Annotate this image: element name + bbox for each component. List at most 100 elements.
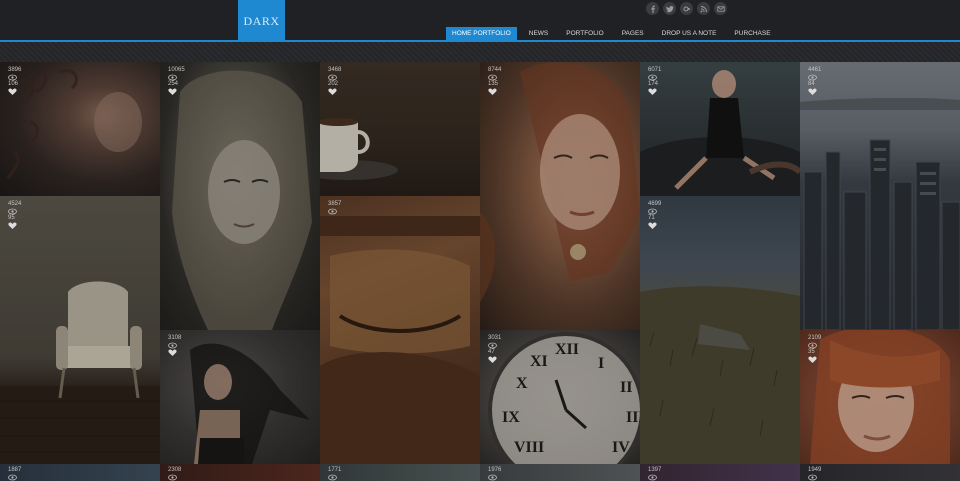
view-count: 1976 [488,467,502,473]
tile-stats: 2308 [168,467,181,481]
view-count: 3468 [328,67,342,73]
like-count: 254 [168,81,179,87]
svg-text:II: II [620,379,632,396]
tile-stats-wrap: 1887 [0,464,160,481]
tile-stats-wrap: 4524 95 [0,196,160,236]
svg-text:X: X [516,375,528,392]
eye-icon [168,474,177,481]
view-count: 1949 [808,467,822,473]
nav-drop-us-a-note[interactable]: DROP US A NOTE [656,27,723,40]
tile-stats-wrap: 4461 84 [800,62,960,102]
view-count: 2308 [168,467,182,473]
view-count: 10065 [168,67,185,73]
eye-icon [648,208,657,215]
tile-stats: 1949 [808,467,821,481]
like-count: 47 [488,349,495,355]
tile-stats: 3896 106 [8,67,21,95]
eye-icon [8,74,17,81]
tile-stats: 4461 84 [808,67,821,95]
site-logo[interactable]: DARX [238,0,285,42]
view-count: 4699 [648,201,662,207]
view-count: 8744 [488,67,502,73]
portfolio-tile[interactable] [160,62,320,330]
tile-stats: 8744 135 [488,67,501,95]
eye-icon [488,74,497,81]
view-count: 1771 [328,467,342,473]
heart-icon[interactable] [8,88,17,95]
texture-strip [0,42,960,62]
tile-stats: 1887 [8,467,21,481]
main-nav: HOME PORTFOLIO NEWS PORTFOLIO PAGES DROP… [446,27,783,40]
tile-stats: 3468 202 [328,67,341,95]
portfolio-tile[interactable] [640,196,800,464]
tile-stats-wrap: 1397 [640,464,800,481]
view-count: 1887 [8,467,22,473]
field-landscape-image [640,286,800,464]
eye-icon [808,474,817,481]
tile-stats: 4524 95 [8,201,21,229]
nav-home-portfolio[interactable]: HOME PORTFOLIO [446,27,517,40]
tile-stats-wrap: 3031 47 [480,330,640,370]
google-plus-icon[interactable] [680,2,693,15]
portfolio-grid: XIIIII IIIIVIX XXIVIII [0,62,960,481]
heart-icon[interactable] [488,88,497,95]
facebook-icon[interactable] [646,2,659,15]
portfolio-tile[interactable] [0,196,160,464]
eye-icon [8,208,17,215]
view-count: 4461 [808,67,822,73]
nav-portfolio[interactable]: PORTFOLIO [560,27,609,40]
tile-stats-wrap: 1949 [800,464,960,481]
mail-icon[interactable] [714,2,727,15]
svg-text:VIII: VIII [514,439,544,456]
heart-icon[interactable] [8,222,17,229]
svg-text:III: III [626,409,640,426]
view-count: 3896 [8,67,22,73]
city-skyline-image [800,97,960,330]
eye-icon [808,342,817,349]
heart-icon[interactable] [648,88,657,95]
nav-news[interactable]: NEWS [523,27,555,40]
heart-icon[interactable] [648,222,657,229]
tile-stats-wrap: 6071 174 [640,62,800,102]
tile-stats-wrap: 3857 [320,196,480,236]
view-count: 1397 [648,467,662,473]
view-count: 4524 [8,201,22,207]
eye-icon [8,474,17,481]
heart-icon[interactable] [168,88,177,95]
eye-icon [328,208,337,215]
view-count: 2109 [808,335,822,341]
twitter-icon[interactable] [663,2,676,15]
rss-icon[interactable] [697,2,710,15]
heart-icon[interactable] [328,88,337,95]
heart-icon[interactable] [808,88,817,95]
like-count: 84 [808,81,815,87]
tile-stats: 10065 254 [168,67,185,95]
like-count: 174 [648,81,659,87]
tile-stats-wrap: 3108 [160,330,320,370]
eye-icon [488,342,497,349]
rusted-car-image [320,216,480,464]
tile-stats-wrap: 2109 35 [800,330,960,370]
tile-stats-wrap: 1771 [320,464,480,481]
tile-stats: 4699 71 [648,201,661,229]
eye-icon [808,74,817,81]
like-count: 95 [8,215,15,221]
heart-icon[interactable] [168,349,177,356]
svg-text:IX: IX [502,409,520,426]
view-count: 3031 [488,335,502,341]
svg-text:IV: IV [612,439,630,456]
portfolio-tile[interactable] [320,196,480,464]
tile-stats: 1771 [328,467,341,481]
portfolio-tile[interactable] [480,62,640,330]
tile-stats-wrap: 3468 202 [320,62,480,102]
portfolio-tile[interactable] [800,62,960,330]
heart-icon[interactable] [488,356,497,363]
armchair-image [0,281,160,464]
nav-purchase[interactable]: PURCHASE [728,27,776,40]
eye-icon [488,474,497,481]
eye-icon [648,474,657,481]
nav-pages[interactable]: PAGES [616,27,650,40]
heart-icon[interactable] [808,356,817,363]
tile-stats: 1976 [488,467,501,481]
view-count: 6071 [648,67,662,73]
